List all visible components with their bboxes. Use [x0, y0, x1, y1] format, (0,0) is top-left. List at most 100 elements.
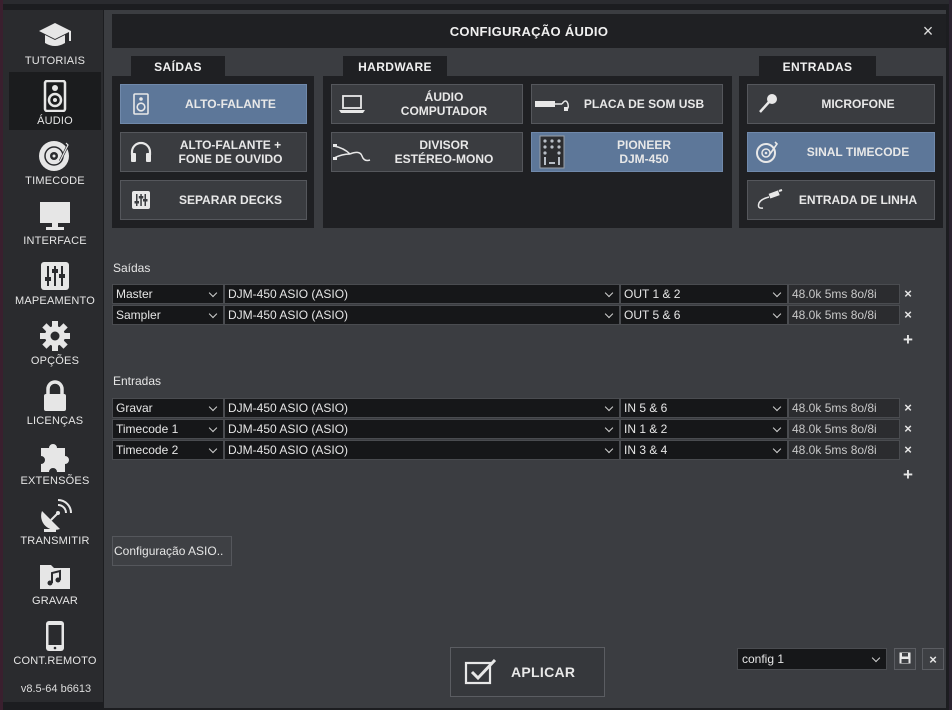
- output-alto-falante-button[interactable]: ALTO-FALANTE: [120, 84, 307, 124]
- close-window-button[interactable]: ×: [918, 21, 938, 41]
- sidebar-item-extensoes[interactable]: EXTENSÕES: [9, 432, 101, 490]
- input-entrada-linha-button[interactable]: ENTRADA DE LINHA: [747, 180, 935, 220]
- audio-config-window: CONFIGURAÇÃO ÁUDIO × SAÍDAS ALTO-FALANTE…: [104, 10, 946, 708]
- sidebar-item-opcoes[interactable]: OPÇÕES: [9, 312, 101, 370]
- speaker-icon: [37, 79, 73, 113]
- sidebar-item-label: LICENÇAS: [26, 415, 84, 427]
- button-label: SEPARAR DECKS: [178, 193, 283, 207]
- hardware-placa-usb-button[interactable]: PLACA DE SOM USB: [531, 84, 723, 124]
- usb-soundcard-icon: [532, 85, 572, 123]
- puzzle-icon: [37, 439, 73, 473]
- add-output-button[interactable]: +: [900, 331, 916, 348]
- hardware-divisor-button[interactable]: DIVISOR ESTÉREO-MONO: [331, 132, 523, 172]
- sidebar: TUTORIAIS ÁUDIO TIMECODE INTERFACE MAPEA…: [3, 10, 103, 702]
- sidebar-item-label: TIMECODE: [25, 175, 85, 187]
- port-select[interactable]: IN 3 & 4: [620, 440, 788, 460]
- save-config-button[interactable]: [894, 648, 916, 670]
- channel-select[interactable]: Master: [112, 284, 224, 304]
- remove-row-button[interactable]: ×: [900, 284, 916, 304]
- monitor-icon: [37, 199, 73, 233]
- remove-row-button[interactable]: ×: [900, 419, 916, 439]
- sidebar-item-label: EXTENSÕES: [20, 475, 90, 487]
- vinyl-icon: [37, 139, 73, 173]
- sidebar-item-label: OPÇÕES: [30, 355, 80, 367]
- button-label: ALTO-FALANTE: [185, 97, 276, 111]
- format-info: 48.0k 5ms 8o/8i: [788, 284, 900, 304]
- button-label: PIONEER DJM-450: [616, 138, 671, 166]
- sidebar-item-gravar[interactable]: GRAVAR: [9, 552, 101, 610]
- sidebar-item-licencas[interactable]: LICENÇAS: [9, 372, 101, 430]
- device-select[interactable]: DJM-450 ASIO (ASIO): [224, 305, 620, 325]
- sidebar-item-interface[interactable]: INTERFACE: [9, 192, 101, 250]
- channel-select[interactable]: Sampler: [112, 305, 224, 325]
- sliders-icon: [37, 259, 73, 293]
- graduation-cap-icon: [37, 19, 73, 53]
- sidebar-item-timecode[interactable]: TIMECODE: [9, 132, 101, 190]
- outputs-section-label: Saídas: [113, 261, 151, 275]
- sidebar-item-transmitir[interactable]: TRANSMITIR: [9, 492, 101, 550]
- timecode-vinyl-icon: [748, 133, 788, 171]
- button-label: ÁUDIO COMPUTADOR: [400, 90, 488, 118]
- hardware-group-tab: HARDWARE: [343, 56, 447, 78]
- device-select[interactable]: DJM-450 ASIO (ASIO): [224, 398, 620, 418]
- add-input-button[interactable]: +: [900, 466, 916, 483]
- sidebar-item-tutoriais[interactable]: TUTORIAIS: [9, 12, 101, 70]
- lock-icon: [37, 379, 73, 413]
- input-microfone-button[interactable]: MICROFONE: [747, 84, 935, 124]
- satellite-dish-icon: [37, 499, 73, 533]
- input-sinal-timecode-button[interactable]: SINAL TIMECODE: [747, 132, 935, 172]
- sidebar-item-label: CONT.REMOTO: [13, 655, 97, 667]
- port-select[interactable]: IN 5 & 6: [620, 398, 788, 418]
- button-label: ALTO-FALANTE + FONE DE OUVIDO: [178, 138, 283, 166]
- format-info: 48.0k 5ms 8o/8i: [788, 440, 900, 460]
- apply-label: APLICAR: [511, 664, 576, 680]
- headphones-icon: [121, 133, 161, 171]
- sidebar-item-label: MAPEAMENTO: [14, 295, 96, 307]
- window-titlebar: CONFIGURAÇÃO ÁUDIO ×: [112, 14, 946, 48]
- button-label: PLACA DE SOM USB: [583, 97, 705, 111]
- sidebar-item-label: TRANSMITIR: [20, 535, 90, 547]
- button-label: MICROFONE: [821, 97, 895, 111]
- remove-row-button[interactable]: ×: [900, 398, 916, 418]
- speaker-icon: [121, 85, 161, 123]
- hardware-pioneer-djm450-button[interactable]: PIONEER DJM-450: [531, 132, 723, 172]
- delete-config-button[interactable]: ×: [922, 648, 944, 670]
- checkbox-check-icon: [451, 658, 511, 686]
- version-label: v8.5-64 b6613: [20, 683, 92, 695]
- sidebar-item-audio[interactable]: ÁUDIO: [9, 72, 101, 130]
- floppy-disk-icon: [899, 652, 911, 667]
- device-select[interactable]: DJM-450 ASIO (ASIO): [224, 284, 620, 304]
- device-select[interactable]: DJM-450 ASIO (ASIO): [224, 419, 620, 439]
- window-title: CONFIGURAÇÃO ÁUDIO: [449, 23, 609, 39]
- port-select[interactable]: OUT 5 & 6: [620, 305, 788, 325]
- remove-row-button[interactable]: ×: [900, 440, 916, 460]
- sidebar-item-label: ÁUDIO: [37, 115, 73, 127]
- device-select[interactable]: DJM-450 ASIO (ASIO): [224, 440, 620, 460]
- output-alto-falante-fone-button[interactable]: ALTO-FALANTE + FONE DE OUVIDO: [120, 132, 307, 172]
- dj-mixer-icon: [532, 133, 572, 171]
- laptop-icon: [332, 85, 372, 123]
- sidebar-item-cont-remoto[interactable]: CONT.REMOTO: [9, 612, 101, 670]
- config-preset-select[interactable]: config 1: [737, 648, 887, 670]
- port-select[interactable]: IN 1 & 2: [620, 419, 788, 439]
- channel-select[interactable]: Gravar: [112, 398, 224, 418]
- splitter-cable-icon: [332, 133, 372, 171]
- button-label: SINAL TIMECODE: [806, 145, 910, 159]
- port-select[interactable]: OUT 1 & 2: [620, 284, 788, 304]
- hardware-audio-computador-button[interactable]: ÁUDIO COMPUTADOR: [331, 84, 523, 124]
- microphone-icon: [748, 85, 788, 123]
- asio-config-button[interactable]: Configuração ASIO..: [112, 536, 232, 566]
- gear-icon: [37, 319, 73, 353]
- button-label: ENTRADA DE LINHA: [798, 193, 918, 207]
- channel-select[interactable]: Timecode 2: [112, 440, 224, 460]
- remove-row-button[interactable]: ×: [900, 305, 916, 325]
- window-top-edge: [0, 0, 952, 4]
- channel-select[interactable]: Timecode 1: [112, 419, 224, 439]
- sidebar-item-label: TUTORIAIS: [24, 55, 86, 67]
- music-folder-icon: [37, 559, 73, 593]
- format-info: 48.0k 5ms 8o/8i: [788, 398, 900, 418]
- apply-button[interactable]: APLICAR: [450, 647, 605, 697]
- output-separar-decks-button[interactable]: SEPARAR DECKS: [120, 180, 307, 220]
- sidebar-item-mapeamento[interactable]: MAPEAMENTO: [9, 252, 101, 310]
- sidebar-item-label: GRAVAR: [31, 595, 79, 607]
